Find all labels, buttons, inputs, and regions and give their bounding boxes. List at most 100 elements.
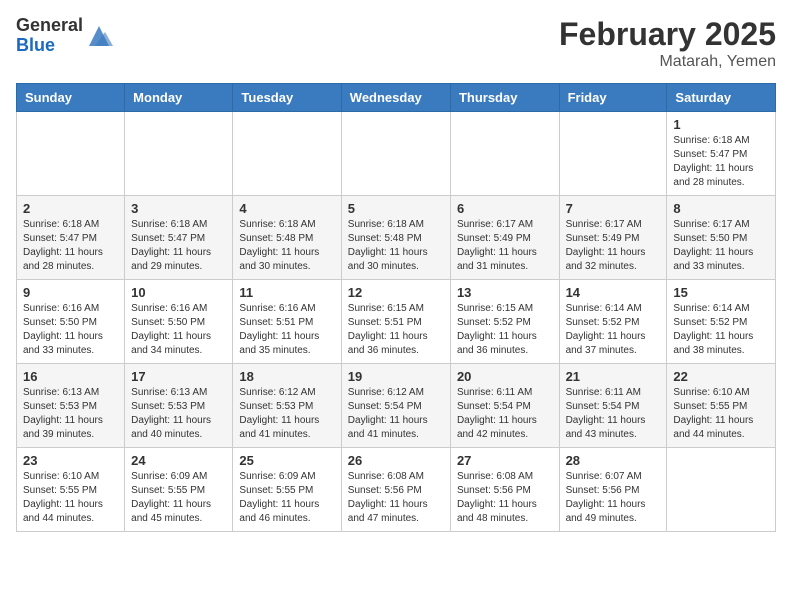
day-number: 10: [131, 285, 226, 300]
day-number: 13: [457, 285, 553, 300]
calendar-cell: 4 Sunrise: 6:18 AM Sunset: 5:48 PM Daylig…: [233, 196, 341, 280]
day-number: 6: [457, 201, 553, 216]
calendar-cell: [450, 112, 559, 196]
day-number: 2: [23, 201, 118, 216]
day-info: Sunrise: 6:08 AM Sunset: 5:56 PM Dayligh…: [348, 470, 444, 526]
day-number: 17: [131, 369, 226, 384]
day-info: Sunrise: 6:14 AM Sunset: 5:52 PM Dayligh…: [566, 302, 661, 358]
calendar-cell: 11 Sunrise: 6:16 AM Sunset: 5:51 PM Dayli…: [233, 280, 341, 364]
calendar-header-row: Sunday Monday Tuesday Wednesday Thursday…: [17, 84, 776, 112]
calendar-cell: 24 Sunrise: 6:09 AM Sunset: 5:55 PM Dayli…: [125, 448, 233, 532]
day-number: 8: [673, 201, 769, 216]
day-number: 28: [566, 453, 661, 468]
day-info: Sunrise: 6:13 AM Sunset: 5:53 PM Dayligh…: [23, 386, 118, 442]
logo-blue-text: Blue: [16, 36, 83, 56]
logo-general-text: General: [16, 16, 83, 36]
calendar-week-row: 23 Sunrise: 6:10 AM Sunset: 5:55 PM Dayli…: [17, 448, 776, 532]
col-friday: Friday: [559, 84, 667, 112]
calendar-cell: 5 Sunrise: 6:18 AM Sunset: 5:48 PM Daylig…: [341, 196, 450, 280]
day-info: Sunrise: 6:16 AM Sunset: 5:50 PM Dayligh…: [131, 302, 226, 358]
calendar-cell: 9Sunrise: 6:16 AM Sunset: 5:50 PM Daylig…: [17, 280, 125, 364]
calendar-cell: 8 Sunrise: 6:17 AM Sunset: 5:50 PM Daylig…: [667, 196, 776, 280]
day-info: Sunrise: 6:18 AM Sunset: 5:48 PM Dayligh…: [348, 218, 444, 274]
day-info: Sunrise: 6:07 AM Sunset: 5:56 PM Dayligh…: [566, 470, 661, 526]
day-info: Sunrise: 6:16 AM Sunset: 5:51 PM Dayligh…: [239, 302, 334, 358]
calendar-cell: 7 Sunrise: 6:17 AM Sunset: 5:49 PM Daylig…: [559, 196, 667, 280]
day-info: Sunrise: 6:12 AM Sunset: 5:53 PM Dayligh…: [239, 386, 334, 442]
col-tuesday: Tuesday: [233, 84, 341, 112]
logo-icon: [85, 22, 113, 50]
day-number: 1: [673, 117, 769, 132]
day-number: 14: [566, 285, 661, 300]
day-number: 11: [239, 285, 334, 300]
calendar-cell: [667, 448, 776, 532]
day-number: 23: [23, 453, 118, 468]
day-info: Sunrise: 6:15 AM Sunset: 5:51 PM Dayligh…: [348, 302, 444, 358]
title-area: February 2025 Matarah, Yemen: [559, 16, 776, 71]
calendar-cell: 23 Sunrise: 6:10 AM Sunset: 5:55 PM Dayli…: [17, 448, 125, 532]
location-text: Matarah, Yemen: [559, 53, 776, 71]
day-info: Sunrise: 6:11 AM Sunset: 5:54 PM Dayligh…: [457, 386, 553, 442]
calendar-cell: 17 Sunrise: 6:13 AM Sunset: 5:53 PM Dayli…: [125, 364, 233, 448]
day-number: 22: [673, 369, 769, 384]
day-number: 20: [457, 369, 553, 384]
calendar-week-row: 16Sunrise: 6:13 AM Sunset: 5:53 PM Dayli…: [17, 364, 776, 448]
day-info: Sunrise: 6:17 AM Sunset: 5:49 PM Dayligh…: [566, 218, 661, 274]
day-info: Sunrise: 6:18 AM Sunset: 5:47 PM Dayligh…: [131, 218, 226, 274]
calendar-cell: 16Sunrise: 6:13 AM Sunset: 5:53 PM Dayli…: [17, 364, 125, 448]
day-number: 15: [673, 285, 769, 300]
day-number: 5: [348, 201, 444, 216]
day-info: Sunrise: 6:14 AM Sunset: 5:52 PM Dayligh…: [673, 302, 769, 358]
calendar-cell: 22Sunrise: 6:10 AM Sunset: 5:55 PM Dayli…: [667, 364, 776, 448]
calendar-cell: 28 Sunrise: 6:07 AM Sunset: 5:56 PM Dayli…: [559, 448, 667, 532]
day-number: 26: [348, 453, 444, 468]
calendar-cell: 3Sunrise: 6:18 AM Sunset: 5:47 PM Daylig…: [125, 196, 233, 280]
calendar-cell: 2Sunrise: 6:18 AM Sunset: 5:47 PM Daylig…: [17, 196, 125, 280]
day-number: 12: [348, 285, 444, 300]
month-title: February 2025: [559, 16, 776, 53]
calendar-week-row: 9Sunrise: 6:16 AM Sunset: 5:50 PM Daylig…: [17, 280, 776, 364]
day-info: Sunrise: 6:17 AM Sunset: 5:50 PM Dayligh…: [673, 218, 769, 274]
col-sunday: Sunday: [17, 84, 125, 112]
day-info: Sunrise: 6:09 AM Sunset: 5:55 PM Dayligh…: [131, 470, 226, 526]
day-info: Sunrise: 6:11 AM Sunset: 5:54 PM Dayligh…: [566, 386, 661, 442]
page-header: General Blue February 2025 Matarah, Yeme…: [16, 16, 776, 71]
calendar-cell: 27Sunrise: 6:08 AM Sunset: 5:56 PM Dayli…: [450, 448, 559, 532]
day-info: Sunrise: 6:18 AM Sunset: 5:48 PM Dayligh…: [239, 218, 334, 274]
day-number: 24: [131, 453, 226, 468]
calendar-cell: 18 Sunrise: 6:12 AM Sunset: 5:53 PM Dayli…: [233, 364, 341, 448]
day-info: Sunrise: 6:18 AM Sunset: 5:47 PM Dayligh…: [673, 134, 769, 190]
calendar-cell: 13 Sunrise: 6:15 AM Sunset: 5:52 PM Dayli…: [450, 280, 559, 364]
day-number: 7: [566, 201, 661, 216]
calendar-cell: 19 Sunrise: 6:12 AM Sunset: 5:54 PM Dayli…: [341, 364, 450, 448]
day-info: Sunrise: 6:12 AM Sunset: 5:54 PM Dayligh…: [348, 386, 444, 442]
day-info: Sunrise: 6:10 AM Sunset: 5:55 PM Dayligh…: [23, 470, 118, 526]
col-thursday: Thursday: [450, 84, 559, 112]
calendar-cell: [17, 112, 125, 196]
day-number: 4: [239, 201, 334, 216]
day-info: Sunrise: 6:17 AM Sunset: 5:49 PM Dayligh…: [457, 218, 553, 274]
calendar-cell: 20 Sunrise: 6:11 AM Sunset: 5:54 PM Dayli…: [450, 364, 559, 448]
calendar-cell: 10 Sunrise: 6:16 AM Sunset: 5:50 PM Dayli…: [125, 280, 233, 364]
day-info: Sunrise: 6:09 AM Sunset: 5:55 PM Dayligh…: [239, 470, 334, 526]
calendar-week-row: 1 Sunrise: 6:18 AM Sunset: 5:47 PM Daylig…: [17, 112, 776, 196]
day-info: Sunrise: 6:15 AM Sunset: 5:52 PM Dayligh…: [457, 302, 553, 358]
day-number: 19: [348, 369, 444, 384]
calendar-cell: 25 Sunrise: 6:09 AM Sunset: 5:55 PM Dayli…: [233, 448, 341, 532]
calendar-cell: 21 Sunrise: 6:11 AM Sunset: 5:54 PM Dayli…: [559, 364, 667, 448]
calendar-table: Sunday Monday Tuesday Wednesday Thursday…: [16, 83, 776, 532]
calendar-cell: 26 Sunrise: 6:08 AM Sunset: 5:56 PM Dayli…: [341, 448, 450, 532]
calendar-cell: 12 Sunrise: 6:15 AM Sunset: 5:51 PM Dayli…: [341, 280, 450, 364]
day-number: 21: [566, 369, 661, 384]
calendar-cell: [559, 112, 667, 196]
day-number: 18: [239, 369, 334, 384]
col-saturday: Saturday: [667, 84, 776, 112]
day-info: Sunrise: 6:16 AM Sunset: 5:50 PM Dayligh…: [23, 302, 118, 358]
day-number: 25: [239, 453, 334, 468]
col-wednesday: Wednesday: [341, 84, 450, 112]
calendar-cell: [233, 112, 341, 196]
day-info: Sunrise: 6:13 AM Sunset: 5:53 PM Dayligh…: [131, 386, 226, 442]
calendar-cell: 14 Sunrise: 6:14 AM Sunset: 5:52 PM Dayli…: [559, 280, 667, 364]
calendar-cell: 15 Sunrise: 6:14 AM Sunset: 5:52 PM Dayli…: [667, 280, 776, 364]
calendar-week-row: 2 Sunrise: 6:18 AM Sunset: 5:47 PM Daylig…: [17, 196, 776, 280]
